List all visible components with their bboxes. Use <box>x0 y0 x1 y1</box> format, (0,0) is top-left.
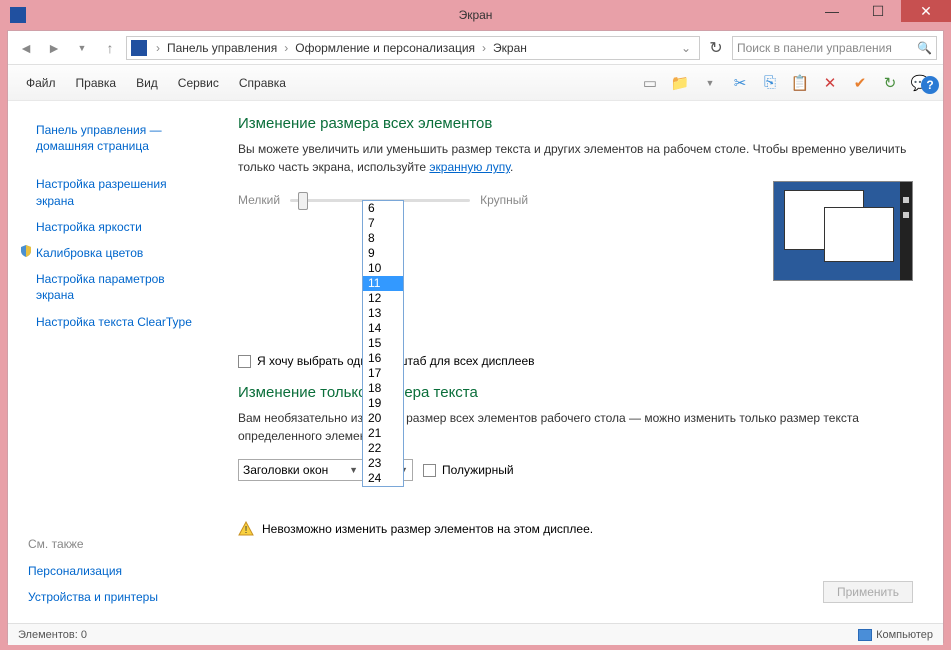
slider-label-large: Крупный <box>480 193 528 207</box>
dropdown-option[interactable]: 15 <box>363 336 403 351</box>
breadcrumb-item[interactable]: Панель управления <box>165 40 279 56</box>
sidebar-devices[interactable]: Устройства и принтеры <box>14 584 204 610</box>
location-icon <box>131 40 147 56</box>
maximize-button[interactable]: ☐ <box>855 0 901 22</box>
check-icon[interactable]: ✔ <box>849 72 871 94</box>
history-dropdown[interactable]: ▼ <box>70 36 94 60</box>
chevron-down-icon: ▼ <box>349 465 358 475</box>
breadcrumb[interactable]: › Панель управления › Оформление и персо… <box>126 36 700 60</box>
computer-icon <box>858 629 872 641</box>
menubar: Файл Правка Вид Сервис Справка ▭ 📁 ▼ ✂ ⎘… <box>8 65 943 101</box>
folder-icon[interactable]: 📁 <box>669 72 691 94</box>
dropdown-option[interactable]: 22 <box>363 441 403 456</box>
dropdown-option[interactable]: 20 <box>363 411 403 426</box>
slider-thumb[interactable] <box>298 192 308 210</box>
bold-checkbox[interactable] <box>423 464 436 477</box>
sidebar-personalization[interactable]: Персонализация <box>14 558 204 584</box>
statusbar: Элементов: 0 Компьютер <box>8 623 943 645</box>
heading-resize-all: Изменение размера всех элементов <box>238 115 923 132</box>
dropdown-option[interactable]: 17 <box>363 366 403 381</box>
warning-icon: ! <box>238 521 254 537</box>
description-text-only: Вам необязательно изменять размер всех э… <box>238 409 923 445</box>
dropdown-option[interactable]: 9 <box>363 246 403 261</box>
dropdown-option[interactable]: 24 <box>363 471 403 486</box>
dropdown-option[interactable]: 19 <box>363 396 403 411</box>
dropdown-option[interactable]: 6 <box>363 201 403 216</box>
menu-edit[interactable]: Правка <box>68 72 125 94</box>
dropdown-option[interactable]: 12 <box>363 291 403 306</box>
dropdown-option[interactable]: 7 <box>363 216 403 231</box>
minimize-button[interactable]: — <box>809 0 855 22</box>
forward-button[interactable]: ► <box>42 36 66 60</box>
help-icon[interactable]: ? <box>921 76 939 94</box>
breadcrumb-dropdown[interactable]: ⌄ <box>677 41 695 55</box>
status-computer: Компьютер <box>876 629 933 641</box>
dropdown-option[interactable]: 23 <box>363 456 403 471</box>
refresh-button[interactable]: ↻ <box>704 36 728 60</box>
monitor-preview <box>773 181 913 281</box>
search-input[interactable]: Поиск в панели управления 🔍 <box>732 36 937 60</box>
menu-view[interactable]: Вид <box>128 72 166 94</box>
element-select[interactable]: Заголовки окон ▼ <box>238 459 363 481</box>
dropdown-option[interactable]: 16 <box>363 351 403 366</box>
sidebar-params[interactable]: Настройка параметров экрана <box>22 266 204 308</box>
delete-icon[interactable]: ✕ <box>819 72 841 94</box>
sidebar-seealso-label: См. также <box>14 531 204 557</box>
refresh-green-icon[interactable]: ↻ <box>879 72 901 94</box>
search-icon: 🔍 <box>917 41 932 55</box>
description-resize-all: Вы можете увеличить или уменьшить размер… <box>238 140 923 176</box>
heading-text-only: Изменение только размера текста <box>238 384 923 401</box>
titlebar: Экран — ☐ ✕ <box>0 0 951 30</box>
sidebar-home[interactable]: Панель управления — домашняя страница <box>22 117 204 159</box>
nav-toolbar: ◄ ► ▼ ↑ › Панель управления › Оформление… <box>8 31 943 65</box>
search-placeholder: Поиск в панели управления <box>737 41 917 55</box>
breadcrumb-item[interactable]: Экран <box>491 40 529 56</box>
shield-icon <box>20 245 32 257</box>
menu-service[interactable]: Сервис <box>170 72 227 94</box>
slider-label-small: Мелкий <box>238 193 280 207</box>
single-scale-checkbox[interactable] <box>238 355 251 368</box>
menu-help[interactable]: Справка <box>231 72 294 94</box>
dropdown-option[interactable]: 18 <box>363 381 403 396</box>
cut-icon[interactable]: ✂ <box>729 72 751 94</box>
dropdown-option[interactable]: 10 <box>363 261 403 276</box>
svg-text:!: ! <box>245 525 248 536</box>
close-button[interactable]: ✕ <box>901 0 951 22</box>
font-size-dropdown[interactable]: 6789101112131415161718192021222324 <box>362 200 404 487</box>
dropdown-option[interactable]: 8 <box>363 231 403 246</box>
sidebar: Панель управления — домашняя страница На… <box>8 101 218 623</box>
bold-label: Полужирный <box>442 463 514 477</box>
copy-icon[interactable]: ⎘ <box>759 72 781 94</box>
apply-button[interactable]: Применить <box>823 581 913 603</box>
main-content: Изменение размера всех элементов Вы може… <box>218 101 943 623</box>
app-icon <box>10 7 26 23</box>
view-details-icon[interactable]: ▭ <box>639 72 661 94</box>
sidebar-cleartype[interactable]: Настройка текста ClearType <box>22 309 204 335</box>
up-button[interactable]: ↑ <box>98 36 122 60</box>
window-title: Экран <box>459 8 493 22</box>
breadcrumb-item[interactable]: Оформление и персонализация <box>293 40 477 56</box>
sidebar-resolution[interactable]: Настройка разрешения экрана <box>22 171 204 213</box>
dropdown-option[interactable]: 21 <box>363 426 403 441</box>
dropdown-option[interactable]: 14 <box>363 321 403 336</box>
dropdown-option[interactable]: 11 <box>363 276 403 291</box>
back-button[interactable]: ◄ <box>14 36 38 60</box>
warning-text: Невозможно изменить размер элементов на … <box>262 522 593 536</box>
sidebar-brightness[interactable]: Настройка яркости <box>22 214 204 240</box>
dropdown-option[interactable]: 13 <box>363 306 403 321</box>
menu-file[interactable]: Файл <box>18 72 64 94</box>
tools-dropdown-icon[interactable]: ▼ <box>699 72 721 94</box>
status-item-count: Элементов: 0 <box>18 629 87 641</box>
paste-icon[interactable]: 📋 <box>789 72 811 94</box>
sidebar-calibration[interactable]: Калибровка цветов <box>22 240 204 266</box>
magnifier-link[interactable]: экранную лупу <box>429 160 510 174</box>
